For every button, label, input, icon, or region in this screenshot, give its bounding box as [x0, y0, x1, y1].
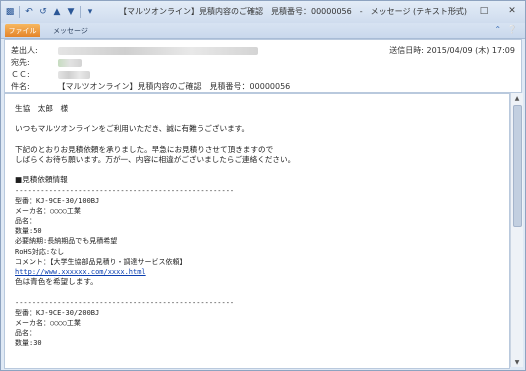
vertical-scrollbar[interactable]: ▲ ▼ — [510, 93, 523, 367]
cc-row: ＣＣ: — [11, 69, 90, 80]
body-line: 生協 太郎 様 — [15, 104, 69, 113]
up-icon[interactable]: ▲ — [52, 6, 62, 18]
customize-icon[interactable]: ▾ — [85, 6, 95, 18]
body-line — [15, 287, 503, 297]
tab-file[interactable]: ファイル — [5, 24, 40, 37]
body-line: RoHS対応:なし — [15, 247, 65, 256]
body-line: コメント：【大学生協部品見積り・調達サービス依頼】 — [15, 257, 187, 266]
body-line: いつもマルツオンラインをご利用いただき、誠に有難うございます。 — [15, 124, 250, 134]
maximize-icon[interactable]: □ — [477, 4, 491, 18]
window-controls: — □ ✕ — [449, 4, 519, 18]
scroll-down-icon[interactable]: ▼ — [511, 357, 523, 367]
message-text: 生協 太郎 様いつもマルツオンラインをご利用いただき、誠に有難うございます。下記… — [15, 104, 503, 349]
body-line: メーカ名：○○○○工業 — [15, 318, 81, 327]
minimize-icon[interactable]: — — [449, 4, 463, 18]
from-label: 差出人: — [11, 46, 38, 55]
subject-label: 件名: — [11, 82, 30, 91]
subject-value: 【マルツオンライン】見積内容のご確認 見積番号：00000056 — [57, 82, 291, 91]
scroll-up-icon[interactable]: ▲ — [511, 93, 523, 103]
ribbon-tabs: ファイル メッセージ ⌃ ❔ — [1, 23, 525, 39]
body-line: 数量:50 — [15, 227, 42, 236]
body-line — [15, 165, 503, 175]
tab-message[interactable]: メッセージ — [53, 26, 88, 36]
from-row: 差出人: — [11, 45, 258, 56]
sent-time: 送信日時: 2015/04/09 (木) 17:09 — [389, 45, 515, 56]
message-body[interactable]: 生協 太郎 様いつもマルツオンラインをご利用いただき、誠に有難うございます。下記… — [4, 93, 510, 369]
toolbar-separator — [19, 6, 20, 18]
body-line: 品名： — [15, 329, 36, 338]
body-line — [15, 135, 503, 145]
body-line: 型番：KJ-9CE-30/200BJ — [15, 308, 100, 317]
body-line: ----------------------------------------… — [15, 186, 235, 195]
quick-access-toolbar: ▩ ↶ ↺ ▲ ▼ ▾ — [5, 4, 95, 20]
toolbar-separator — [80, 6, 81, 18]
subject-row: 件名: 【マルツオンライン】見積内容のご確認 見積番号：00000056 — [11, 81, 290, 92]
body-line: 下記のとおりお見積依頼を承りました。早急にお見積りさせて頂きますので — [15, 144, 274, 154]
sent-value: 2015/04/09 (木) 17:09 — [426, 46, 516, 55]
to-value-redacted — [57, 58, 82, 67]
body-line: 数量:30 — [15, 339, 42, 348]
down-icon[interactable]: ▼ — [66, 6, 76, 18]
scrollbar-thumb[interactable] — [513, 105, 522, 227]
title-bar: ▩ ↶ ↺ ▲ ▼ ▾ 【マルツオンライン】見積内容のご確認 見積番号：0000… — [1, 1, 525, 23]
save-icon[interactable]: ▩ — [5, 6, 15, 18]
body-line — [15, 114, 503, 124]
body-line: 品名： — [15, 217, 36, 226]
cc-value-redacted — [57, 70, 90, 79]
body-line: しばらくお待ち願います。万が一、内容に相違がございましたらご連絡ください。 — [15, 154, 296, 164]
message-header: 差出人: 送信日時: 2015/04/09 (木) 17:09 宛先: ＣＣ: … — [4, 39, 522, 93]
cc-label: ＣＣ: — [11, 70, 30, 79]
body-link[interactable]: http://www.xxxxxx.com/xxxx.html — [15, 267, 503, 277]
body-line: ----------------------------------------… — [15, 298, 235, 307]
window-title: 【マルツオンライン】見積内容のご確認 見積番号：00000056 - メッセージ… — [119, 7, 467, 16]
body-line: 型番：KJ-9CE-30/100BJ — [15, 196, 100, 205]
to-label: 宛先: — [11, 58, 30, 67]
to-row: 宛先: — [11, 57, 82, 68]
body-line: ■見積依頼情報 — [15, 175, 68, 185]
body-line: 必要納期:長納期品でも見積希望 — [15, 237, 118, 246]
close-icon[interactable]: ✕ — [505, 4, 519, 18]
redo-icon[interactable]: ↺ — [38, 6, 48, 18]
chevron-up-icon[interactable]: ⌃ — [494, 25, 501, 34]
ribbon-right-controls: ⌃ ❔ — [494, 25, 517, 34]
from-value-redacted — [57, 46, 258, 55]
undo-icon[interactable]: ↶ — [24, 6, 34, 18]
message-window: ▩ ↶ ↺ ▲ ▼ ▾ 【マルツオンライン】見積内容のご確認 見積番号：0000… — [0, 0, 526, 371]
body-line: 色は青色を希望します。 — [15, 277, 98, 287]
body-line: メーカ名：○○○○工業 — [15, 206, 81, 215]
help-icon[interactable]: ❔ — [507, 25, 517, 34]
sent-label: 送信日時: — [389, 46, 424, 55]
